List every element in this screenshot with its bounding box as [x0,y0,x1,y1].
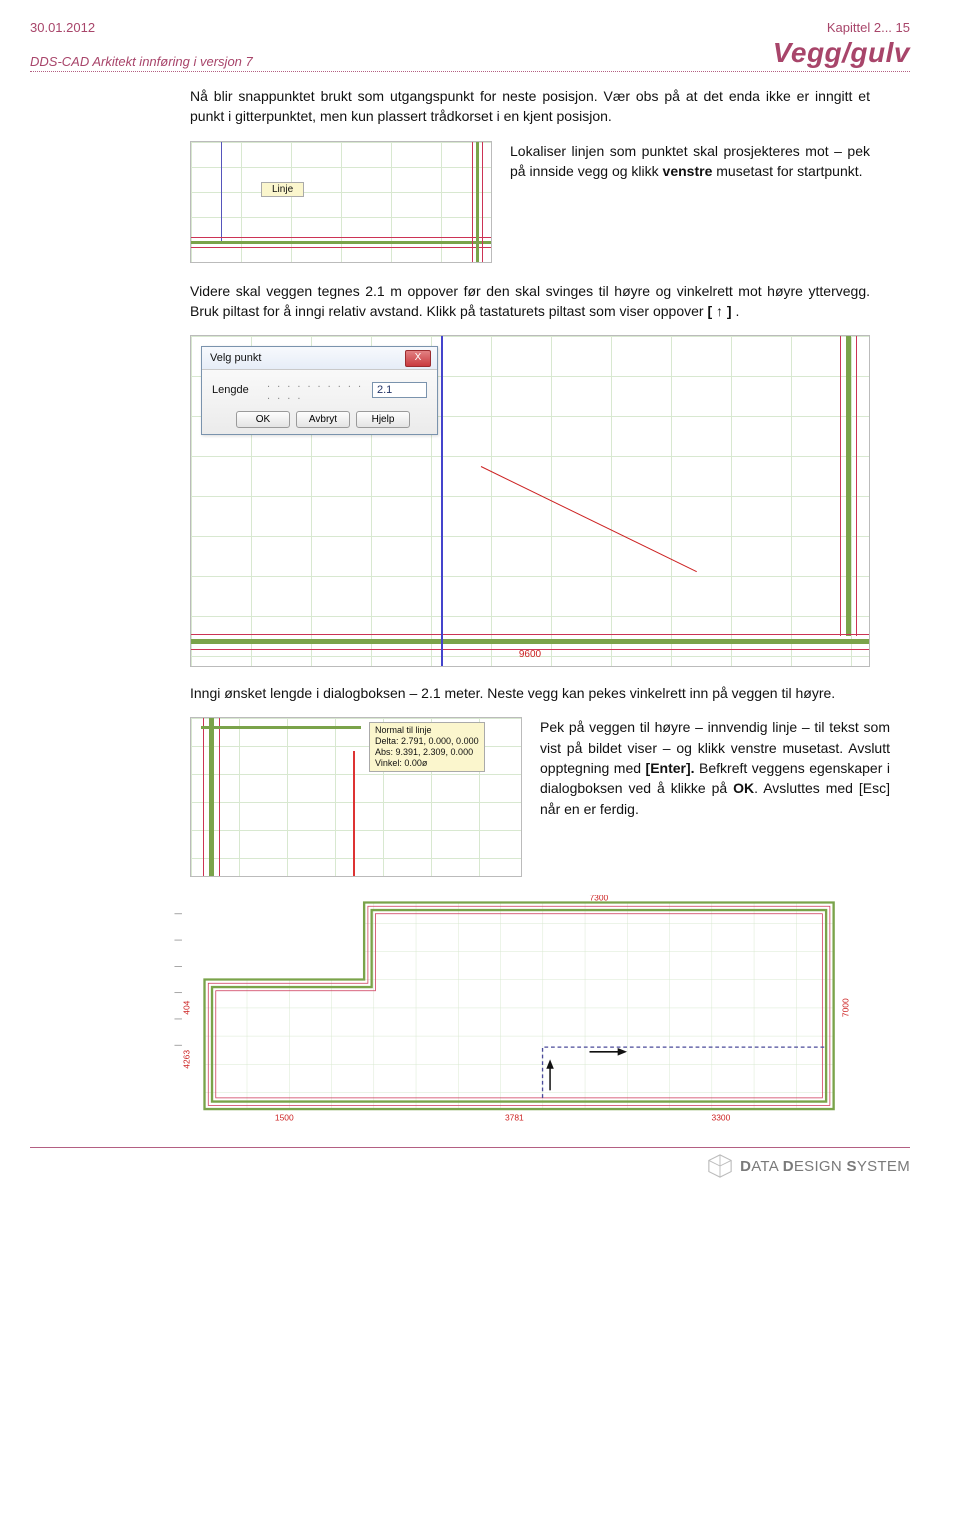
paragraph-2: Lokaliser linjen som punktet skal prosje… [510,141,870,182]
wall-edge-inner-2 [482,142,483,262]
wall-right-inner-1 [856,336,857,636]
p2-span-b: musetast for startpunkt. [712,163,862,179]
wall-bottom [191,639,869,644]
p3-bold: [ ↑ ] [707,303,731,319]
footer: DATA DESIGN SYSTEM [30,1153,910,1185]
wall-left [209,718,214,876]
blue-marker-vertical [441,336,443,666]
tooltip-line3: Abs: 9.391, 2.309, 0.000 [375,747,479,758]
close-icon[interactable]: X [405,350,431,367]
p3-span-b: . [732,303,740,319]
dialog-titlebar: Velg punkt X [202,347,437,370]
dim-left-upper: 404 [181,1001,191,1015]
paragraph-4: Inngi ønsket lengde i dialogboksen – 2.1… [190,683,870,703]
dim-top: 7300 [589,895,608,903]
wall-top [201,726,361,729]
wall-edge-inner-1 [472,142,473,262]
length-label: Lengde [212,384,267,396]
plan-svg: 7300 7000 404 4263 1500 3781 3300 [120,895,890,1120]
p5-bold-enter: [Enter]. [646,760,695,776]
dimension-9600: 9600 [519,649,541,660]
tooltip-line4: Vinkel: 0.00ø [375,758,479,769]
velg-punkt-dialog: Velg punkt X Lengde . . . . . . . . . . … [201,346,438,435]
figure-normal-linje: Normal til linje Delta: 2.791, 0.000, 0.… [190,717,522,877]
paragraph-1: Nå blir snappunktet brukt som utgangspun… [190,86,870,127]
brand-s: S [847,1158,857,1175]
cancel-button[interactable]: Avbryt [296,411,350,428]
selected-line [353,751,355,876]
snap-tooltip: Normal til linje Delta: 2.791, 0.000, 0.… [369,722,485,771]
paragraph-5: Pek på veggen til høyre – innvendig linj… [540,717,890,818]
dim-left-lower: 4263 [181,1050,191,1069]
guide-line-vertical [221,142,222,244]
p5-bold-ok: OK [733,780,754,796]
wall-right [846,336,851,636]
paragraph-3: Videre skal veggen tegnes 2.1 m oppover … [190,281,870,322]
brand-esign: ESIGN [794,1158,847,1175]
figure-plan: 7300 7000 404 4263 1500 3781 3300 [120,895,890,1135]
footer-divider [30,1147,910,1148]
dots-filler: . . . . . . . . . . . . . . [267,378,372,402]
header-product: DDS-CAD Arkitekt innføring i versjon 7 [30,54,253,69]
dim-bottom-left: 1500 [275,1113,294,1121]
header-divider [30,71,910,72]
footer-brand: DATA DESIGN SYSTEM [740,1158,910,1175]
p2-bold: venstre [663,163,713,179]
brand-d1: D [740,1158,751,1175]
tooltip-line1: Normal til linje [375,725,479,736]
figure-linje: Linje [190,141,492,263]
ok-button[interactable]: OK [236,411,290,428]
brand-d2: D [783,1158,794,1175]
help-button[interactable]: Hjelp [356,411,410,428]
header-date: 30.01.2012 [30,20,95,35]
dialog-title: Velg punkt [210,352,261,364]
logo-icon [706,1153,734,1179]
brand-ystem: YSTEM [857,1158,910,1175]
brand-ata: ATA [751,1158,783,1175]
wall-left-inner-2 [219,718,220,876]
dim-bottom-mid: 3781 [505,1113,524,1121]
header-section-title: Vegg/gulv [773,37,910,69]
wall-line-inner-2 [191,247,491,248]
wall-edge-v [476,142,479,262]
wall-right-inner-2 [840,336,841,636]
dim-bottom-right: 3300 [712,1113,731,1121]
figure-dialog: 9600 Velg punkt X Lengde . . . . . . . .… [190,335,870,667]
wall-left-inner-1 [203,718,204,876]
header-chapter: Kapittel 2... 15 [827,20,910,35]
length-input[interactable]: 2.1 [372,382,427,398]
linje-tooltip: Linje [261,182,304,197]
wall-line-h [191,241,491,244]
tooltip-line2: Delta: 2.791, 0.000, 0.000 [375,736,479,747]
wall-line-inner-1 [191,237,491,238]
p3-span-a: Videre skal veggen tegnes 2.1 m oppover … [190,283,870,319]
grid-background [191,142,491,262]
dim-right: 7000 [841,998,851,1017]
wall-bottom-inner-2 [191,634,869,635]
